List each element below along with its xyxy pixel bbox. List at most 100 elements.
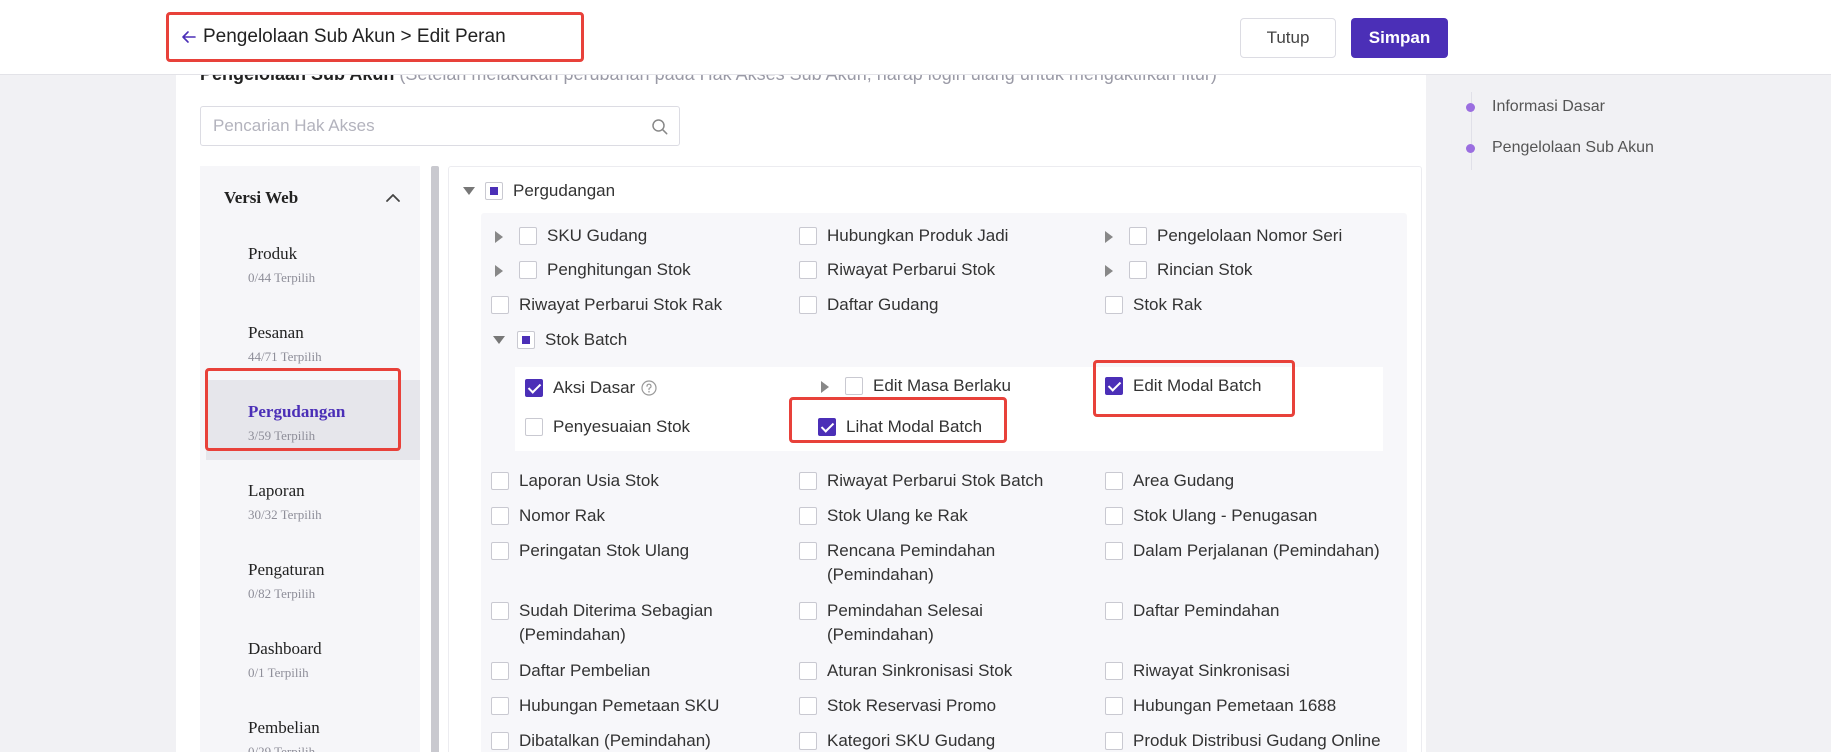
tree-item[interactable]: Laporan Usia Stok [491,471,659,493]
nav-item-produk[interactable]: Produk 0/44 Terpilih [206,222,420,302]
checkbox[interactable] [491,697,509,715]
help-icon[interactable] [641,380,657,396]
nav-item-label: Pembelian [248,718,320,737]
tree-item[interactable]: Produk Distribusi Gudang Online [1105,731,1381,752]
tree-item[interactable]: Stok Ulang - Penugasan [1105,506,1317,528]
checkbox[interactable] [519,261,537,279]
checkbox[interactable] [1105,662,1123,680]
checkbox[interactable] [1129,227,1147,245]
checkbox[interactable] [845,377,863,395]
checkbox[interactable] [1105,602,1123,620]
tree-item[interactable]: Aturan Sinkronisasi Stok [799,661,1012,683]
tree-item[interactable]: Hubungkan Produk Jadi [799,226,1008,248]
nav-item-count: 44/71 Terpilih [248,349,322,364]
nav-item-dashboard[interactable]: Dashboard 0/1 Terpilih [206,617,420,697]
anchor-informasi-dasar[interactable]: Informasi Dasar [1466,98,1605,116]
checkbox[interactable] [491,602,509,620]
tree-item-label: Produk Distribusi Gudang Online [1133,731,1381,750]
nav-item-pembelian[interactable]: Pembelian 0/29 Terpilih [206,696,420,752]
tree-item[interactable]: Hubungan Pemetaan SKU [491,696,720,718]
checkbox[interactable] [491,472,509,490]
close-button[interactable]: Tutup [1240,18,1336,58]
checkbox[interactable] [491,542,509,560]
tree-item[interactable]: SKU Gudang [495,226,647,248]
checkbox[interactable] [799,602,817,620]
tree-item[interactable]: Penghitungan Stok [495,260,691,282]
nav-item-laporan[interactable]: Laporan 30/32 Terpilih [206,459,420,539]
tree-item-label: Hubungan Pemetaan SKU [519,696,720,715]
checkbox[interactable] [799,472,817,490]
checkbox[interactable] [799,732,817,750]
checkbox[interactable] [1105,542,1123,560]
checkbox[interactable] [525,418,543,436]
tree-item[interactable]: Rencana Pemindahan (Pemindahan) [799,541,1057,587]
checkbox[interactable] [799,261,817,279]
checkbox[interactable] [1105,296,1123,314]
tree-item[interactable]: Stok Rak [1105,295,1202,317]
caret-right-icon[interactable] [1105,231,1113,243]
tree-item[interactable]: Hubungan Pemetaan 1688 [1105,696,1336,718]
nav-item-pengaturan[interactable]: Pengaturan 0/82 Terpilih [206,538,420,618]
tree-item[interactable]: Riwayat Perbarui Stok [799,260,995,282]
tree-item[interactable]: Riwayat Perbarui Stok Rak [491,295,722,317]
checkbox[interactable] [519,227,537,245]
checkbox[interactable] [491,507,509,525]
main-card: Pengelolaan Sub Akun (Setelah melakukan … [176,60,1426,752]
checkbox[interactable] [799,697,817,715]
checkbox[interactable] [799,662,817,680]
tree-item[interactable]: Stok Reservasi Promo [799,696,996,718]
tree-item[interactable]: Kategori SKU Gudang [799,731,995,752]
caret-down-icon[interactable] [463,187,475,195]
tree-item[interactable]: Daftar Pemindahan [1105,601,1279,623]
tree-item[interactable]: Dibatalkan (Pemindahan) [491,731,711,752]
checkbox[interactable] [491,296,509,314]
tree-item[interactable]: Daftar Gudang [799,295,939,317]
caret-right-icon[interactable] [1105,265,1113,277]
nav-scrollbar[interactable] [431,166,439,752]
tree-item-stok-batch[interactable]: Stok Batch [493,330,627,352]
tree-item[interactable]: Sudah Diterima Sebagian (Pemindahan) [491,601,749,647]
tree-item[interactable]: Stok Ulang ke Rak [799,506,968,528]
tree-item[interactable]: Daftar Pembelian [491,661,650,683]
caret-right-icon[interactable] [495,231,503,243]
tree-item[interactable]: Nomor Rak [491,506,605,528]
tree-item-label: Penghitungan Stok [547,260,691,279]
checkbox[interactable] [799,227,817,245]
caret-right-icon[interactable] [821,381,829,393]
checkbox[interactable] [491,732,509,750]
caret-down-icon[interactable] [493,336,505,344]
tree-item[interactable]: Aksi Dasar [525,378,657,400]
checkbox[interactable] [1105,697,1123,715]
back-arrow-icon[interactable] [179,27,199,47]
tree-item[interactable]: Rincian Stok [1105,260,1252,282]
search-icon[interactable] [651,118,669,136]
checkbox-partial[interactable] [485,182,503,200]
tree-item[interactable]: Dalam Perjalanan (Pemindahan) [1105,541,1380,563]
caret-right-icon[interactable] [495,265,503,277]
tree-item[interactable]: Edit Masa Berlaku [821,376,1011,398]
search-input[interactable] [201,107,679,145]
tree-item[interactable]: Riwayat Sinkronisasi [1105,661,1290,683]
tree-item-label: Edit Masa Berlaku [873,376,1011,395]
checkbox[interactable] [799,296,817,314]
tree-item-label: Nomor Rak [519,506,605,525]
anchor-pengelolaan-sub-akun[interactable]: Pengelolaan Sub Akun [1466,139,1654,157]
checkbox[interactable] [799,507,817,525]
checkbox-partial[interactable] [517,331,535,349]
anchor-dot [1466,102,1475,112]
checkbox[interactable] [1105,732,1123,750]
tree-item[interactable]: Area Gudang [1105,471,1234,493]
tree-item[interactable]: Penyesuaian Stok [525,417,690,439]
tree-item[interactable]: Pengelolaan Nomor Seri [1105,226,1342,248]
checkbox[interactable] [491,662,509,680]
tree-item[interactable]: Riwayat Perbarui Stok Batch [799,471,1043,493]
tree-item[interactable]: Pemindahan Selesai (Pemindahan) [799,601,1057,647]
checkbox[interactable] [1105,507,1123,525]
tree-item[interactable]: Peringatan Stok Ulang [491,541,689,563]
checkbox[interactable] [799,542,817,560]
chevron-up-icon[interactable] [385,190,401,206]
checkbox-checked[interactable] [525,379,543,397]
checkbox[interactable] [1105,472,1123,490]
save-button[interactable]: Simpan [1351,18,1448,58]
checkbox[interactable] [1129,261,1147,279]
